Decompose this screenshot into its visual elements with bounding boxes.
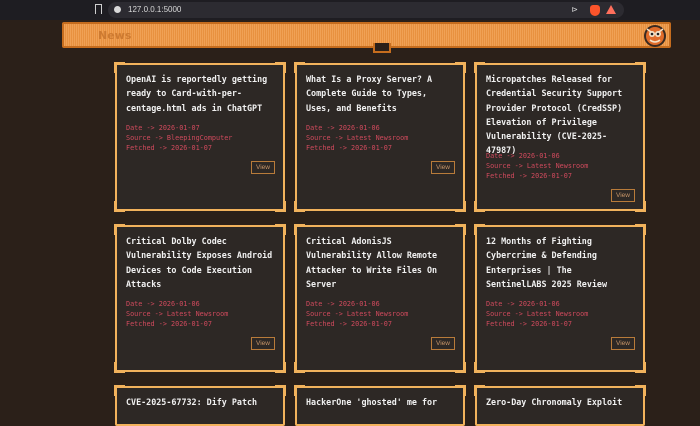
mascot-logo-icon[interactable]: [643, 24, 667, 48]
news-card-title[interactable]: Zero-Day Chronomaly Exploit: [486, 395, 635, 409]
news-card-fetched: Fetched -> 2026-01-07: [126, 144, 212, 152]
browser-toolbar: 127.0.0.1:5000 ⊳: [0, 0, 700, 20]
view-button[interactable]: View: [611, 337, 635, 350]
news-card-title[interactable]: CVE-2025-67732: Dify Patch: [126, 395, 275, 409]
news-card-date: Date -> 2026-01-06: [486, 300, 560, 308]
view-button[interactable]: View: [251, 337, 275, 350]
news-card-title[interactable]: What Is a Proxy Server? A Complete Guide…: [306, 72, 455, 115]
news-card-title[interactable]: Critical Dolby Codec Vulnerability Expos…: [126, 234, 275, 291]
address-bar-url[interactable]: 127.0.0.1:5000: [128, 4, 181, 16]
news-card-title[interactable]: 12 Months of Fighting Cybercrime & Defen…: [486, 234, 635, 291]
rewards-triangle-icon[interactable]: [606, 5, 616, 14]
news-card-date: Date -> 2026-01-06: [126, 300, 200, 308]
view-button[interactable]: View: [611, 189, 635, 202]
view-button[interactable]: View: [431, 337, 455, 350]
news-card: What Is a Proxy Server? A Complete Guide…: [294, 62, 466, 212]
news-card-title[interactable]: OpenAI is reportedly getting ready to Ca…: [126, 72, 275, 115]
news-card: Micropatches Released for Credential Sec…: [474, 62, 646, 212]
news-card-source: Source -> Latest Newsroom: [306, 134, 409, 142]
news-card-date: Date -> 2026-01-07: [126, 124, 200, 132]
news-card: 12 Months of Fighting Cybercrime & Defen…: [474, 224, 646, 373]
news-card-fetched: Fetched -> 2026-01-07: [486, 172, 572, 180]
bookmark-icon[interactable]: [95, 4, 102, 14]
news-card: Critical Dolby Codec Vulnerability Expos…: [114, 224, 286, 373]
news-card: CVE-2025-67732: Dify Patch: [114, 385, 286, 426]
news-card-title[interactable]: Critical AdonisJS Vulnerability Allow Re…: [306, 234, 455, 291]
news-card-date: Date -> 2026-01-06: [306, 124, 380, 132]
news-card-source: Source -> BleepingComputer: [126, 134, 233, 142]
news-card-fetched: Fetched -> 2026-01-07: [126, 320, 212, 328]
address-bar[interactable]: 127.0.0.1:5000 ⊳: [108, 2, 624, 18]
news-card-fetched: Fetched -> 2026-01-07: [306, 320, 392, 328]
banner-notch: [373, 43, 391, 53]
news-card-date: Date -> 2026-01-06: [486, 152, 560, 160]
news-card: HackerOne 'ghosted' me for: [294, 385, 466, 426]
view-button[interactable]: View: [251, 161, 275, 174]
news-card: Zero-Day Chronomaly Exploit: [474, 385, 646, 426]
site-info-icon[interactable]: [114, 6, 121, 13]
news-card-date: Date -> 2026-01-06: [306, 300, 380, 308]
news-card-source: Source -> Latest Newsroom: [306, 310, 409, 318]
news-card-source: Source -> Latest Newsroom: [486, 162, 589, 170]
news-header-banner: News: [62, 22, 671, 53]
news-card: OpenAI is reportedly getting ready to Ca…: [114, 62, 286, 212]
news-card-source: Source -> Latest Newsroom: [486, 310, 589, 318]
news-card-fetched: Fetched -> 2026-01-07: [306, 144, 392, 152]
news-card: Critical AdonisJS Vulnerability Allow Re…: [294, 224, 466, 373]
news-card-source: Source -> Latest Newsroom: [126, 310, 229, 318]
news-card-title[interactable]: HackerOne 'ghosted' me for: [306, 395, 455, 409]
news-card-title[interactable]: Micropatches Released for Credential Sec…: [486, 72, 635, 158]
news-card-fetched: Fetched -> 2026-01-07: [486, 320, 572, 328]
share-icon[interactable]: ⊳: [571, 5, 578, 15]
brave-shield-icon[interactable]: [590, 5, 600, 16]
view-button[interactable]: View: [431, 161, 455, 174]
page-title: News: [98, 29, 132, 42]
